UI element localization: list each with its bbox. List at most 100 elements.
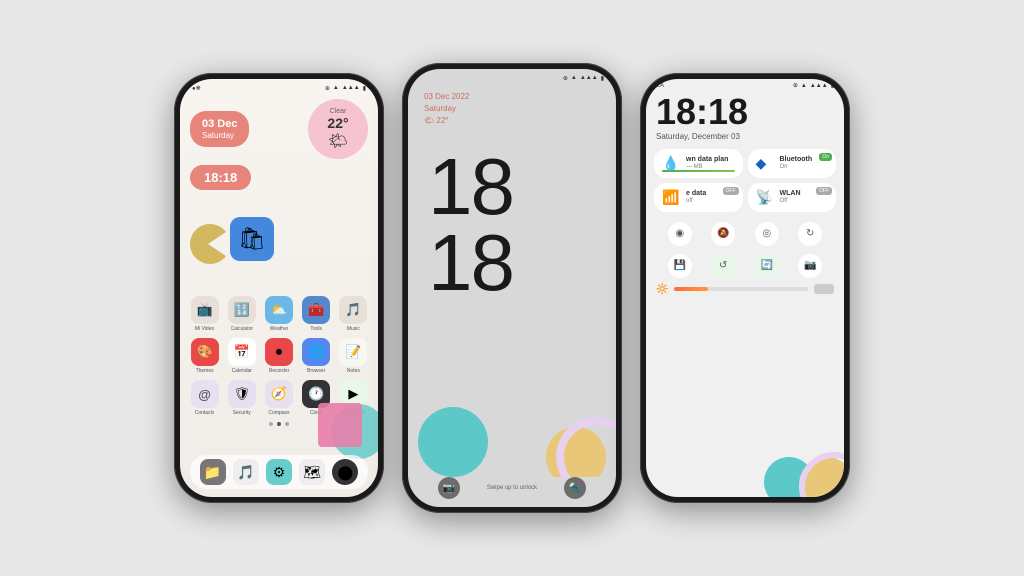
bluetooth-tile[interactable]: ◆ Bluetooth On On <box>748 149 837 178</box>
dock-toggle[interactable]: ⚙ <box>266 459 292 485</box>
mobile-data-info: e data off <box>686 190 706 204</box>
ctrl-dnd[interactable]: 🔕 <box>711 222 735 246</box>
wlan-tile[interactable]: 📡 WLAN Off OFF <box>748 183 837 212</box>
compass-label: Compass <box>268 410 289 416</box>
themes-label: Themes <box>196 368 214 374</box>
ctrl-refresh[interactable]: 🔄 <box>755 254 779 278</box>
phone3-carrier: EA <box>656 83 664 89</box>
ctrl-scan[interactable]: ◎ <box>755 222 779 246</box>
phone3-circle-outline <box>799 452 844 497</box>
bluetooth-tile-icon: ◆ <box>756 155 774 172</box>
dock-folder[interactable]: 📁 <box>200 459 226 485</box>
phone3-battery-icon: ▮ <box>831 82 834 89</box>
calendar-icon: 📅 <box>228 338 256 366</box>
time-widget[interactable]: 18:18 <box>190 165 251 190</box>
phone3-screen: EA ⊕ ▲ ▲▲▲ ▮ 18:18 Saturday, December 03… <box>646 79 844 497</box>
weather-temp: 22° <box>327 115 348 131</box>
brightness-row: 🔆 <box>646 284 844 295</box>
pacman-decoration <box>188 224 228 269</box>
phone2-camera-button[interactable]: 📷 <box>438 477 460 499</box>
phone3-wrapper: EA ⊕ ▲ ▲▲▲ ▮ 18:18 Saturday, December 03… <box>640 73 850 503</box>
ctrl-video[interactable]: 📷 <box>798 254 822 278</box>
phone2-status-bar: ⊕ ▲ ▲▲▲ ▮ <box>408 69 616 87</box>
wlan-badge: OFF <box>816 187 832 195</box>
mobile-data-icon: 📶 <box>662 189 680 206</box>
dock-home[interactable]: ⬤ <box>332 459 358 485</box>
quick-controls-row2: 💾 ↺ 🔄 📷 <box>646 254 844 278</box>
dot-2 <box>277 422 281 426</box>
phone2-wifi-icon: ▲ <box>571 75 577 81</box>
time-display: 18:18 <box>204 170 237 185</box>
browser-icon: 🌐 <box>302 338 330 366</box>
app-contacts[interactable]: @ Contacts <box>188 380 221 416</box>
data-plan-tile[interactable]: 💧 wn data plan — MB <box>654 149 743 178</box>
ctrl-location[interactable]: ◉ <box>668 222 692 246</box>
app-themes[interactable]: 🎨 Themes <box>188 338 221 374</box>
wlan-info: WLAN Off <box>780 190 801 204</box>
contacts-icon: @ <box>191 380 219 408</box>
weather-icon: ⛅ <box>265 296 293 324</box>
phone3-time: 18:18 <box>646 92 844 132</box>
app-calculator[interactable]: 🔢 Calculator <box>225 296 258 332</box>
mobile-data-badge: OFF <box>723 187 739 195</box>
weather-widget[interactable]: Clear 22° 🌤 <box>308 99 368 159</box>
brightness-thumb <box>814 284 834 294</box>
phone2-torch-button[interactable]: 🔦 <box>564 477 586 499</box>
bluetooth-sub: On <box>780 164 813 170</box>
browser-label: Browser <box>307 368 325 374</box>
bluetooth-label: Bluetooth <box>780 156 813 164</box>
wlan-sub: Off <box>780 198 801 204</box>
signal-icon: ▲▲▲ <box>342 85 360 91</box>
weather-label: Weather <box>270 326 289 332</box>
app-music[interactable]: 🎵 Music <box>337 296 370 332</box>
phone3-wifi-icon: ▲ <box>801 83 807 89</box>
data-plan-label: wn data plan <box>686 156 728 164</box>
ctrl-cast[interactable]: ↺ <box>711 254 735 278</box>
phone2-bottom-bar: 📷 Swipe up to unlock 🔦 <box>408 477 616 499</box>
ctrl-nfc[interactable]: 💾 <box>668 254 692 278</box>
brightness-bar[interactable] <box>674 287 808 291</box>
app-browser[interactable]: 🌐 Browser <box>300 338 333 374</box>
ctrl-sync[interactable]: ↻ <box>798 222 822 246</box>
phone2-teal-circle <box>418 407 488 477</box>
quick-controls-row1: ◉ 🔕 ◎ ↻ <box>646 218 844 250</box>
phone2-minute: 18 <box>428 225 513 301</box>
mobile-data-label: e data <box>686 190 706 198</box>
widget-row-1: 03 Dec Saturday Clear 22° 🌤 <box>190 99 368 159</box>
phone2-circle-outline <box>556 417 616 477</box>
battery-icon: ▮ <box>363 85 366 92</box>
phone2-weather: 🌤 22° <box>424 115 469 127</box>
folder-icon[interactable]: 🛍 <box>230 217 274 261</box>
app-recorder[interactable]: ⏺ Recorder <box>262 338 295 374</box>
phone2-signal-icon: ▲▲▲ <box>580 75 598 81</box>
mi-video-icon: 📺 <box>191 296 219 324</box>
phone2-status-icons: ⊕ ▲ ▲▲▲ ▮ <box>563 75 604 82</box>
phone2-shapes <box>408 397 616 477</box>
pink-rect-shape <box>318 403 362 447</box>
app-compass[interactable]: 🧭 Compass <box>262 380 295 416</box>
dot-3 <box>285 422 289 426</box>
notes-label: Notes <box>347 368 360 374</box>
recorder-icon: ⏺ <box>265 338 293 366</box>
notes-icon: 📝 <box>339 338 367 366</box>
calculator-icon: 🔢 <box>228 296 256 324</box>
phone2-battery-icon: ▮ <box>601 75 604 82</box>
app-mi-video[interactable]: 📺 Mi Video <box>188 296 221 332</box>
phone1-status-icons: ⊕ ▲ ▲▲▲ ▮ <box>325 85 366 92</box>
app-weather[interactable]: ⛅ Weather <box>262 296 295 332</box>
brightness-fill <box>674 287 707 291</box>
music-icon: 🎵 <box>339 296 367 324</box>
app-tools[interactable]: 🧰 Tools <box>300 296 333 332</box>
phone3-bt-icon: ⊕ <box>793 82 798 89</box>
dock-maps[interactable]: 🗺 <box>299 459 325 485</box>
apps-grid-row2: 🎨 Themes 📅 Calendar ⏺ Recorder 🌐 Browser <box>180 338 378 374</box>
dock-music[interactable]: 🎵 <box>233 459 259 485</box>
mobile-data-tile[interactable]: 📶 e data off OFF <box>654 183 743 212</box>
app-security[interactable]: 🛡 Security <box>225 380 258 416</box>
date-day: 03 Dec <box>202 117 237 131</box>
app-calendar[interactable]: 📅 Calendar <box>225 338 258 374</box>
recorder-label: Recorder <box>269 368 290 374</box>
phone1: ●❋ ⊕ ▲ ▲▲▲ ▮ 03 Dec Saturday Clear <box>174 73 384 503</box>
app-notes[interactable]: 📝 Notes <box>337 338 370 374</box>
date-widget[interactable]: 03 Dec Saturday <box>190 111 249 148</box>
